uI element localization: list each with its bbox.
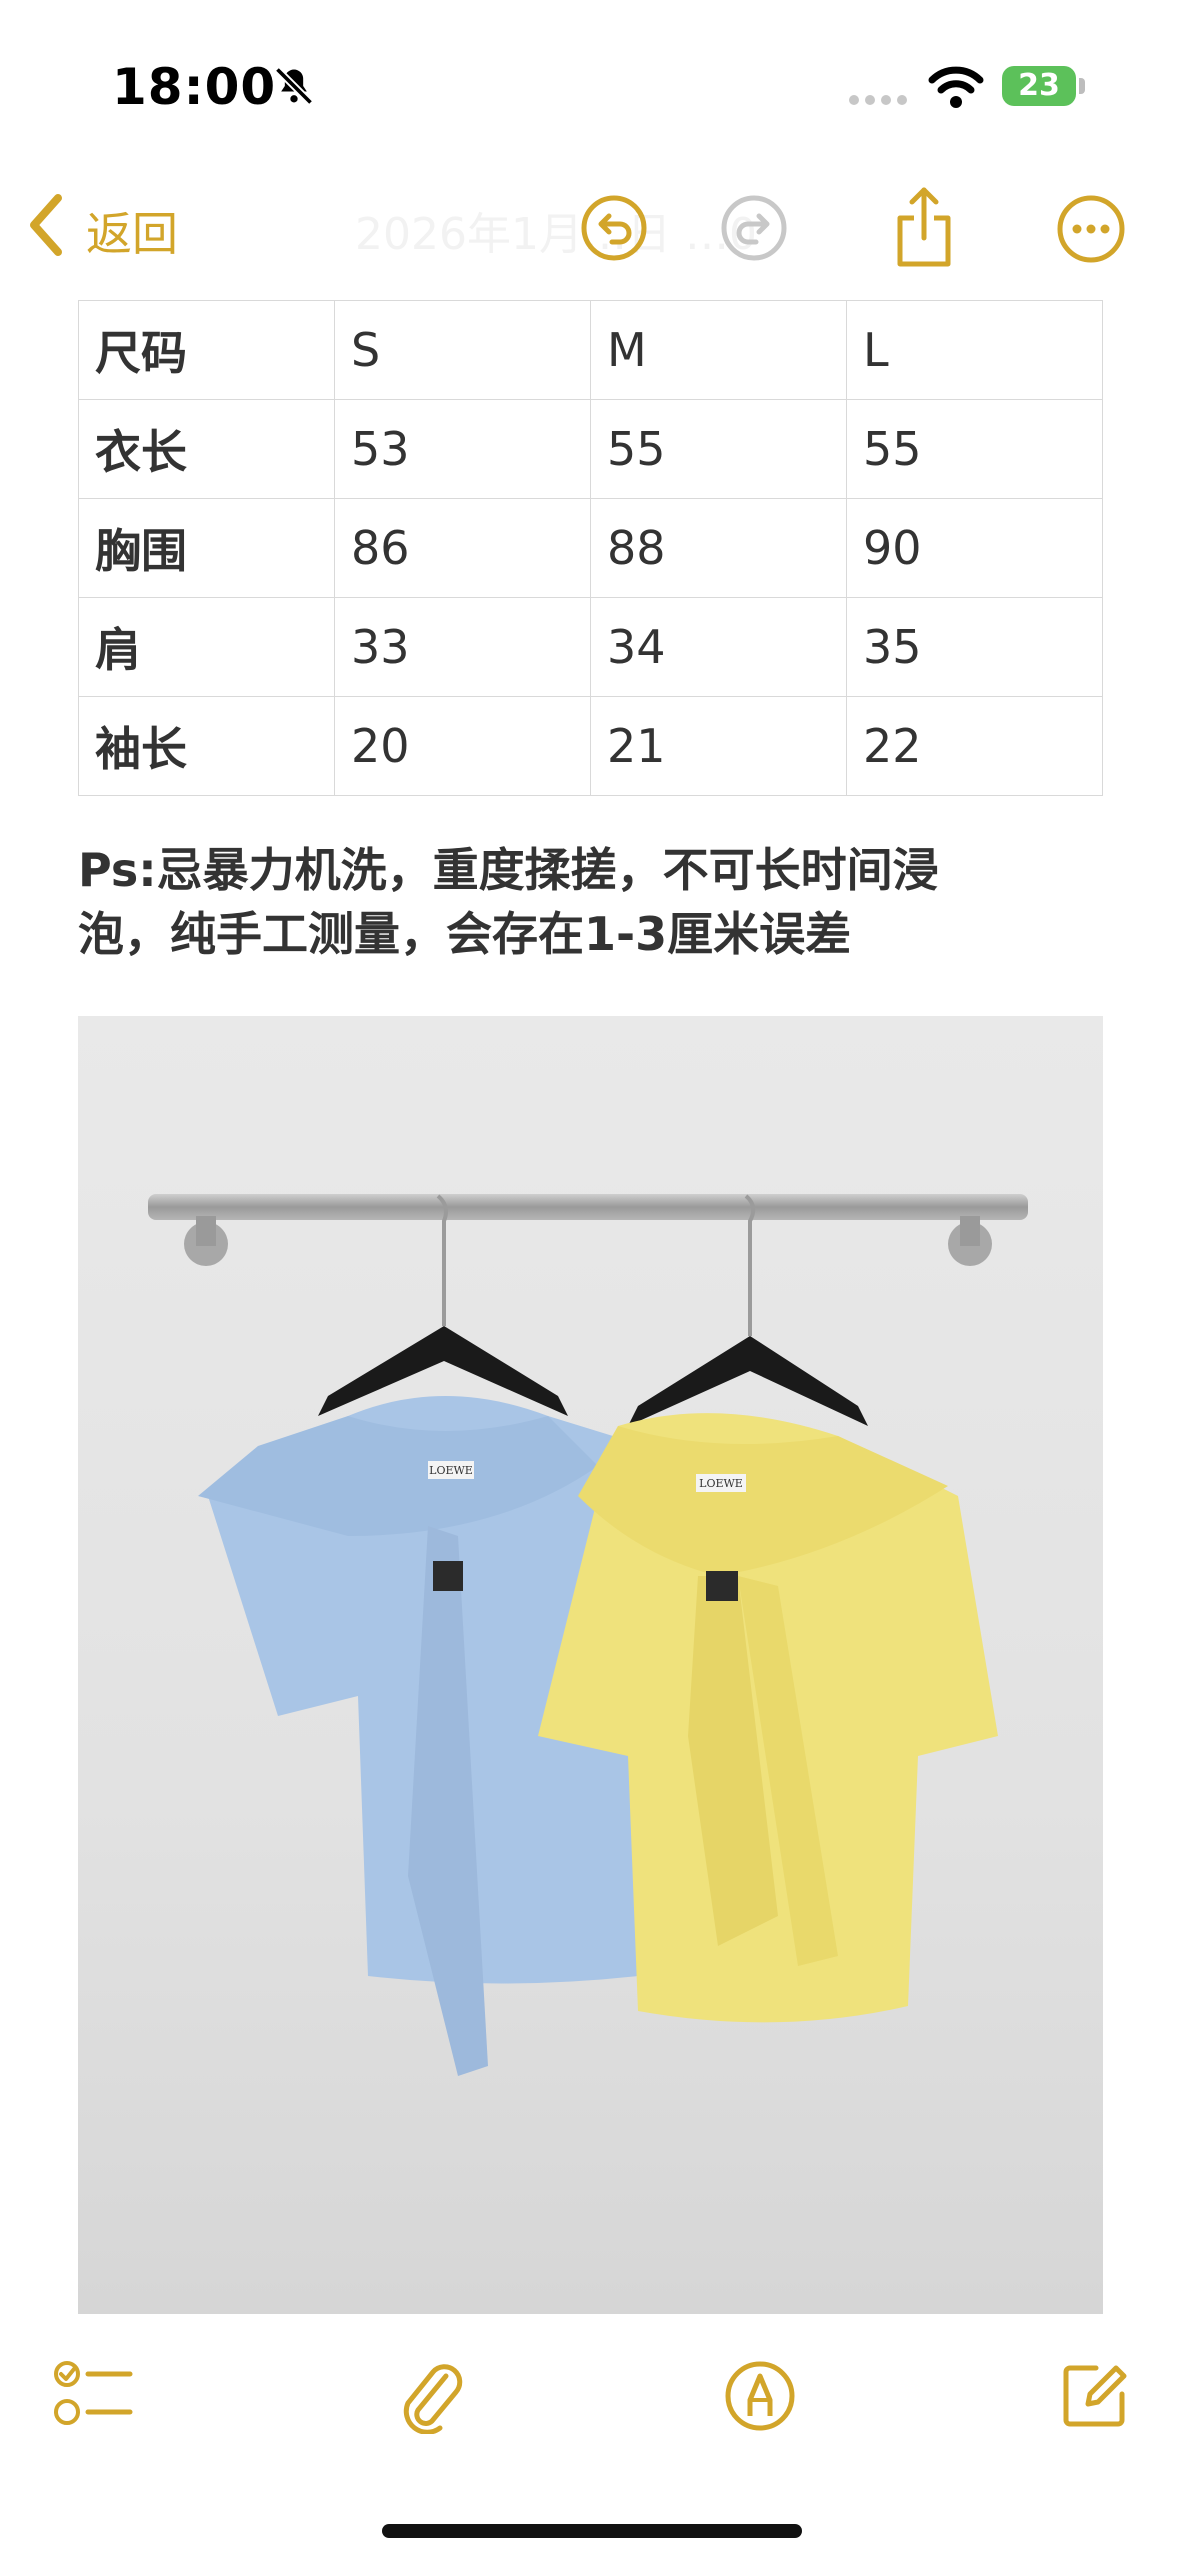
back-label: 返回 [86,206,178,261]
checklist-icon[interactable] [54,2360,134,2434]
table-cell[interactable]: 88 [590,498,847,598]
note-text[interactable]: Ps:忌暴力机洗，重度揉搓，不可长时间浸 泡，纯手工测量，会存在1-3厘米误差 [78,838,1118,966]
undo-icon[interactable] [580,194,648,266]
blue-shirt-label: LOEWE [429,1464,473,1477]
table-cell[interactable]: 衣长 [78,399,335,499]
notes-page: 18:00 23 2026年1月…日 …0 返回 尺码 S M L 衣长 53 … [0,0,1179,2556]
table-row: 衣长 53 55 55 [78,399,1103,499]
table-cell[interactable]: 22 [846,696,1103,796]
table-row: 胸围 86 88 90 [78,498,1103,598]
table-cell[interactable]: 20 [334,696,591,796]
nav-bar: 2026年1月…日 …0 返回 [0,170,1179,290]
compose-icon[interactable] [1060,2360,1130,2434]
table-cell[interactable]: 34 [590,597,847,697]
table-cell[interactable]: 肩 [78,597,335,697]
note-date-title: 2026年1月…日 …0 [355,209,757,260]
table-cell[interactable]: 袖长 [78,696,335,796]
table-cell[interactable]: 33 [334,597,591,697]
status-bar: 18:00 23 [0,0,1179,150]
table-row: 肩 33 34 35 [78,597,1103,697]
table-cell[interactable]: 53 [334,399,591,499]
battery-tip [1079,78,1085,94]
bell-slash-icon [272,64,316,112]
table-row: 袖长 20 21 22 [78,696,1103,796]
table-cell[interactable]: 55 [590,399,847,499]
bottom-toolbar [0,2320,1179,2470]
status-time: 18:00 [112,58,277,116]
table-cell[interactable]: 55 [846,399,1103,499]
table-cell[interactable]: 21 [590,696,847,796]
table-cell[interactable]: S [334,300,591,400]
back-button[interactable]: 返回 [24,192,178,269]
wifi-icon [928,66,984,112]
table-cell[interactable]: 尺码 [78,300,335,400]
cellular-icon [848,92,912,111]
share-icon[interactable] [892,184,956,272]
chevron-left-icon [24,192,68,269]
table-cell[interactable]: 90 [846,498,1103,598]
yellow-shirt-label: LOEWE [699,1477,743,1490]
note-line: Ps:忌暴力机洗，重度揉搓，不可长时间浸 [78,843,939,897]
home-indicator[interactable] [382,2524,802,2538]
markup-icon[interactable] [724,2360,796,2436]
paperclip-icon[interactable] [396,2358,466,2438]
battery-icon: 23 [1002,66,1076,106]
table-cell[interactable]: 35 [846,597,1103,697]
size-table: 尺码 S M L 衣长 53 55 55 胸围 86 88 90 肩 33 34… [78,300,1103,796]
table-cell[interactable]: M [590,300,847,400]
table-cell[interactable]: 86 [334,498,591,598]
redo-icon[interactable] [720,194,788,266]
table-cell[interactable]: 胸围 [78,498,335,598]
table-header-row: 尺码 S M L [78,300,1103,400]
table-cell[interactable]: L [846,300,1103,400]
note-line: 泡，纯手工测量，会存在1-3厘米误差 [78,907,852,961]
more-icon[interactable] [1056,194,1126,268]
product-photo[interactable]: LOEWE LOEWE [78,1016,1103,2314]
battery-level: 23 [1018,68,1060,103]
